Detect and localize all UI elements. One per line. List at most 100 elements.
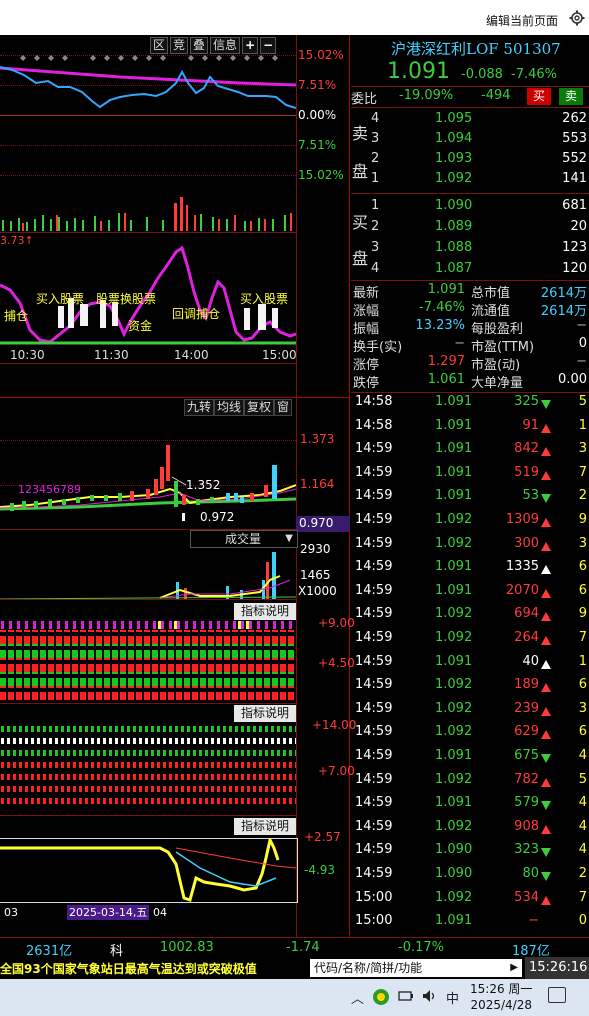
indicator3-help-button[interactable]: 指标说明 [234,818,296,835]
time-label-1130: 11:30 [94,348,129,362]
tick-volume: 40 [522,653,539,669]
chart-area[interactable]: 区 竞 叠 信息 + − 15.02% 7.51% 0.00% 7.51% 15… [0,35,356,937]
tick-row[interactable]: 14:59 1.091 53 2 [351,488,589,511]
adjust-button[interactable]: 复权 [244,399,275,416]
arrow-down-icon [541,754,551,763]
tick-time: 14:59 [355,559,393,575]
stat-value: − [576,354,587,369]
tick-count: 7 [578,464,587,480]
tick-time: 14:59 [355,748,393,763]
window-button[interactable]: 窗 [274,399,293,416]
volume-indicator-select[interactable]: 成交量 ▼ [190,530,298,548]
ma-button[interactable]: 均线 [214,399,245,416]
sell-button[interactable]: 卖 [559,88,583,105]
stat-label: 流通值 [471,304,511,319]
top-bar: 编辑当前页面 [0,0,589,35]
tick-volume: 300 [514,535,539,551]
stat-label: 市盈(动) [471,358,521,373]
tick-row[interactable]: 14:59 1.092 629 6 [351,724,589,747]
stat-label: 市盈(TTM) [471,340,535,355]
tick-price: 1.091 [435,441,473,457]
volume-scale-high: 2930 [300,542,331,556]
weibi-row: 委比 -19.09% -494 [351,88,511,107]
stat-value: 1.297 [427,354,465,369]
tick-row[interactable]: 14:59 1.091 842 3 [351,441,589,464]
tick-row[interactable]: 14:59 1.090 323 4 [351,842,589,865]
scale-lower: 7.51% [298,138,337,152]
stat-value: 0.00 [558,372,587,387]
tick-count: 6 [578,677,587,693]
tick-row[interactable]: 14:58 1.091 325 5 [351,394,589,417]
bid-level-row: 4 1.087 120 [351,261,589,279]
indicator1-scale-high: +9.00 [318,616,355,630]
tick-row[interactable]: 14:59 1.091 2070 6 [351,583,589,606]
battery-icon[interactable] [398,989,414,1003]
tick-row[interactable]: 14:59 1.091 1335 6 [351,559,589,582]
tick-volume: 534 [514,889,539,905]
arrow-up-icon [541,777,551,787]
tick-row[interactable]: 14:59 1.092 189 6 [351,677,589,700]
tick-count: 5 [578,771,587,787]
tick-volume: 629 [514,724,539,740]
tick-row[interactable]: 14:59 1.092 782 5 [351,772,589,795]
ime-indicator[interactable]: 中 [446,988,459,1007]
arrow-up-icon [541,659,551,669]
time-label-1500: 15:00 [262,348,297,362]
app-tray-icon[interactable] [372,988,390,1006]
intraday-price-chart [0,55,296,109]
chevron-up-icon[interactable]: ︿ [351,988,364,1007]
kline-scale-high: 1.373 [300,432,335,446]
indicator2-help-button[interactable]: 指标说明 [234,705,296,722]
bid-level-row: 1 1.090 681 [351,198,589,216]
tick-row[interactable]: 14:59 1.092 239 3 [351,701,589,724]
tick-row[interactable]: 14:59 1.090 80 2 [351,866,589,889]
volume-icon[interactable] [421,988,437,1004]
tick-count: 4 [578,795,587,811]
app-clock: 15:26:16 [525,957,589,979]
tick-row[interactable]: 14:59 1.092 1309 9 [351,512,589,535]
system-clock[interactable]: 15:26 周一 2025/4/28 [470,981,532,1013]
search-dropdown-icon[interactable]: ▶ [510,959,518,977]
gear-icon[interactable] [569,10,585,26]
tick-row[interactable]: 14:59 1.092 694 9 [351,606,589,629]
news-headline[interactable]: 全国93个国家气象站日最高气温达到或突破极值 [0,960,257,977]
bid-level: 2 [371,219,380,234]
indicator3-chart [0,838,296,902]
tick-row[interactable]: 15:00 1.092 534 7 [351,890,589,913]
edit-page-button[interactable]: 编辑当前页面 [486,12,558,29]
quote-panel: 沪港深红利LOF 501307 1.091 -0.088 -7.46% 委比 -… [351,35,589,937]
tick-row[interactable]: 15:00 1.091 − 0 [351,913,589,936]
tick-row[interactable]: 14:59 1.092 908 4 [351,819,589,842]
date-label-03: 03 [4,906,18,919]
tick-time: 14:58 [355,394,393,409]
indicator1-chart [0,620,296,700]
notification-icon[interactable] [548,987,566,1003]
scale-upper: 7.51% [298,78,337,92]
stat-value: − [576,318,587,333]
tick-row[interactable]: 14:59 1.091 519 7 [351,465,589,488]
ask-level: 4 [371,111,380,126]
stock-search-input[interactable]: 代码/名称/简拼/功能 ▶ [310,959,522,977]
ask-level: 3 [371,131,380,146]
tick-time: 14:59 [355,630,393,645]
tick-count: 3 [578,441,587,457]
arrow-up-icon [541,612,551,622]
tick-row[interactable]: 14:59 1.091 675 4 [351,748,589,771]
tick-volume: 2070 [505,582,539,598]
stat-value: 1.061 [427,372,465,387]
tick-volume: 264 [514,630,539,645]
tick-volume: 675 [514,748,539,763]
tick-price: 1.091 [435,417,473,433]
stat-label: 总市值 [471,286,511,301]
nine-turn-button[interactable]: 九转 [184,399,215,416]
indicator1-help-button[interactable]: 指标说明 [234,603,296,620]
tick-row[interactable]: 14:59 1.091 40 1 [351,654,589,677]
tick-row[interactable]: 14:59 1.092 264 7 [351,630,589,653]
bid-level: 1 [371,198,380,213]
tick-count: 3 [578,535,587,551]
tick-row[interactable]: 14:59 1.091 579 4 [351,795,589,818]
buy-button[interactable]: 买 [527,88,551,105]
stat-label: 最新 [353,286,380,301]
tick-row[interactable]: 14:59 1.092 300 3 [351,536,589,559]
tick-row[interactable]: 14:58 1.091 91 1 [351,418,589,441]
